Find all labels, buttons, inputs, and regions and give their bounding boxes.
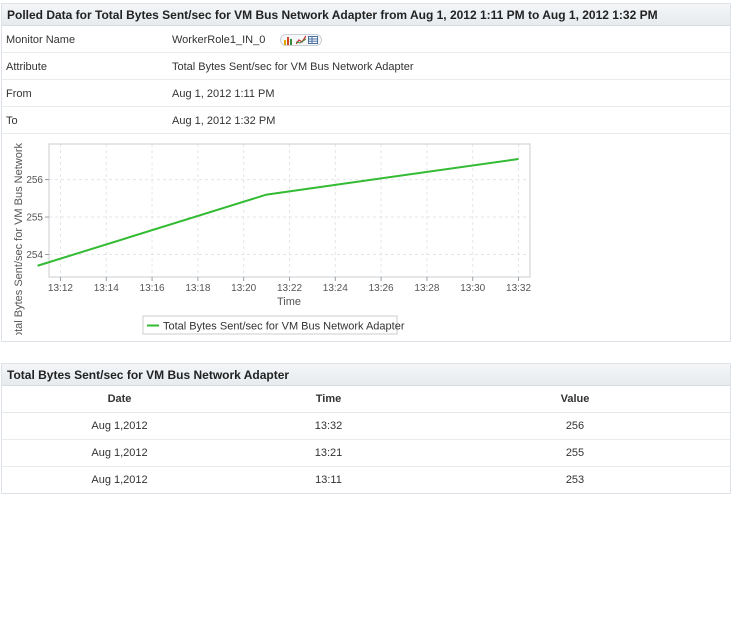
table-row: Aug 1,2012 13:11 253	[2, 466, 730, 493]
chart-legend[interactable]: Total Bytes Sent/sec for VM Bus Network …	[142, 315, 405, 335]
monitor-name-value: WorkerRole1_IN_0	[172, 34, 266, 46]
polled-data-panel: Polled Data for Total Bytes Sent/sec for…	[1, 3, 731, 342]
y-tick-label: 255	[26, 213, 43, 224]
info-label: Attribute	[6, 61, 47, 73]
cell-time: 13:32	[237, 412, 420, 440]
column-header-date[interactable]: Date	[2, 386, 237, 413]
x-tick-label: 13:20	[231, 283, 256, 294]
y-axis-ticks: 254 255 256	[26, 175, 49, 261]
cell-time: 13:11	[315, 473, 342, 486]
info-label: To	[6, 115, 18, 127]
x-tick-label: 13:12	[48, 283, 73, 294]
x-tick-label: 13:14	[94, 283, 119, 294]
cell-date: Aug 1,2012	[2, 412, 237, 440]
line-chart: 13:12 13:14 13:16 13:18 13:20 13:22 13:24 13:26…	[13, 143, 531, 341]
x-tick-label: 13:28	[414, 283, 439, 294]
info-label: From	[6, 88, 32, 100]
data-table-panel: Total Bytes Sent/sec for VM Bus Network …	[1, 363, 731, 494]
column-header-time[interactable]: Time	[237, 386, 420, 413]
cell-value: 256	[420, 412, 730, 440]
series-line	[37, 157, 519, 267]
table-row: Aug 1,2012 13:21 255	[2, 439, 730, 467]
x-tick-label: 13:30	[460, 283, 485, 294]
cell-date: Aug 1,2012	[2, 439, 237, 467]
y-tick-label: 256	[26, 175, 43, 186]
data-table: Date Time Value Aug 1,2012 13:32 256 Aug…	[2, 386, 730, 493]
info-row-monitor-name: Monitor Name WorkerRole1_IN_0	[2, 26, 730, 53]
info-value: Aug 1, 2012 1:32 PM	[172, 115, 276, 127]
cell-date: Aug 1,2012	[91, 473, 148, 486]
chart-area: 13:12 13:14 13:16 13:18 13:20 13:22 13:24 13:26…	[2, 135, 730, 341]
column-header-value[interactable]: Value	[420, 386, 730, 413]
table-row: Aug 1,2012 13:32 256	[2, 412, 730, 440]
x-tick-label: 13:18	[185, 283, 210, 294]
y-axis-label: Total Bytes Sent/sec for VM Bus Network	[13, 143, 25, 341]
legend-label: Total Bytes Sent/sec for VM Bus Network …	[163, 321, 405, 333]
chart-grid	[49, 144, 530, 277]
cell-value: 253	[565, 473, 585, 486]
x-tick-label: 13:24	[323, 283, 348, 294]
x-axis-label: Time	[277, 296, 301, 308]
x-tick-label: 13:16	[140, 283, 165, 294]
table-header-row: Date Time Value	[2, 386, 730, 413]
info-value: Total Bytes Sent/sec for VM Bus Network …	[172, 61, 414, 73]
cell-value: 255	[420, 439, 730, 467]
x-tick-label: 13:22	[277, 283, 302, 294]
line-chart-icon[interactable]	[295, 35, 307, 45]
monitor-view-icons[interactable]	[280, 34, 323, 46]
info-row-to: To Aug 1, 2012 1:32 PM	[2, 107, 730, 134]
info-value: Aug 1, 2012 1:11 PM	[172, 88, 275, 100]
info-label: Monitor Name	[6, 34, 76, 46]
x-tick-label: 13:26	[369, 283, 394, 294]
table-icon[interactable]	[308, 35, 319, 45]
y-tick-label: 254	[26, 250, 43, 261]
polled-data-title: Polled Data for Total Bytes Sent/sec for…	[2, 4, 730, 26]
data-table-title: Total Bytes Sent/sec for VM Bus Network …	[2, 364, 730, 386]
info-row-attribute: Attribute Total Bytes Sent/sec for VM Bu…	[2, 53, 730, 80]
bar-chart-icon[interactable]	[284, 35, 294, 45]
cell-time: 13:21	[237, 439, 420, 467]
x-axis-ticks: 13:12 13:14 13:16 13:18 13:20 13:22 13:24 13:26…	[48, 277, 531, 294]
x-tick-label: 13:32	[506, 283, 531, 294]
info-value: WorkerRole1_IN_0	[172, 34, 323, 46]
series-layer	[37, 157, 519, 267]
info-row-from: From Aug 1, 2012 1:11 PM	[2, 80, 730, 107]
